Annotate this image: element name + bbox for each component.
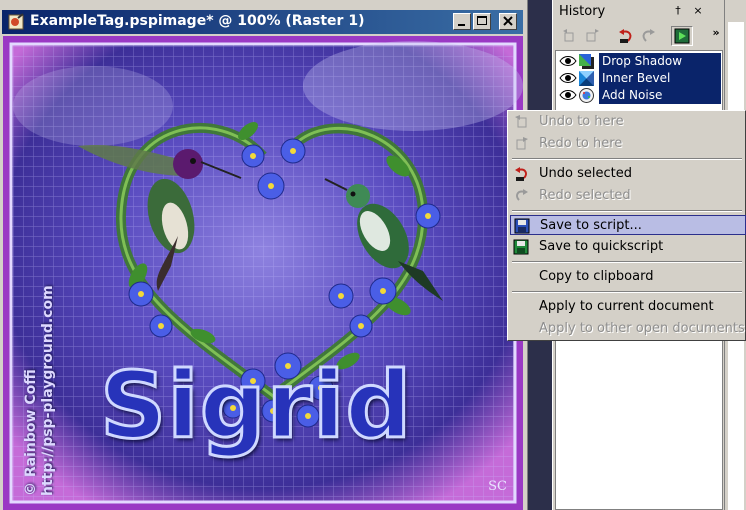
redo-disabled-icon	[586, 29, 599, 42]
minimize-button[interactable]	[453, 13, 471, 30]
menu-item-apply-to-current-document[interactable]: Apply to current document	[510, 297, 746, 317]
artist-signature: SC	[488, 479, 507, 494]
image-window: ExampleTag.pspimage* @ 100% (Raster 1) S…	[0, 0, 528, 510]
eye-icon	[559, 73, 577, 83]
palette-close-icon[interactable]: ×	[691, 4, 705, 18]
menu-item-copy-to-clipboard[interactable]: Copy to clipboard	[510, 267, 746, 287]
menu-separator	[512, 158, 742, 160]
redo-selected-button[interactable]	[637, 26, 659, 46]
maximize-button[interactable]	[473, 13, 491, 30]
history-item[interactable]: Drop Shadow	[558, 53, 722, 70]
save-quickscript-icon	[513, 239, 529, 255]
copyright-watermark: © Rainbow Coffi http://psp-playground.co…	[23, 285, 56, 496]
history-title: History	[559, 4, 606, 19]
undo-to-here-icon	[515, 115, 527, 128]
run-script-icon	[674, 28, 690, 44]
menu-item-undo-selected[interactable]: Undo selected	[510, 164, 746, 184]
history-item[interactable]: Inner Bevel	[558, 70, 722, 87]
menu-item-undo-to-here[interactable]: Undo to here	[510, 112, 746, 132]
history-toolbar: »	[555, 24, 723, 48]
save-to-quickscript-button[interactable]	[671, 26, 693, 46]
history-item-label: Drop Shadow	[599, 53, 721, 70]
undo-icon	[619, 29, 632, 43]
redo-selected-icon	[516, 189, 528, 201]
menu-separator	[512, 210, 742, 212]
tag-name-text: Sigrid	[98, 351, 413, 461]
drop-shadow-icon	[579, 54, 594, 69]
image-canvas[interactable]: Sigrid © Rainbow Coffi http://psp-playgr…	[3, 36, 523, 510]
toolbar-overflow-icon[interactable]: »	[709, 26, 723, 40]
eye-icon	[559, 90, 577, 100]
eye-icon	[559, 56, 577, 66]
menu-separator	[512, 261, 742, 263]
maximize-icon	[477, 16, 487, 25]
history-item-label: Inner Bevel	[599, 70, 721, 87]
pin-icon[interactable]: †	[671, 4, 685, 18]
history-item[interactable]: Add Noise	[558, 87, 722, 104]
menu-item-redo-selected[interactable]: Redo selected	[510, 186, 746, 206]
undo-disabled-icon	[563, 29, 574, 42]
save-script-icon	[514, 218, 530, 234]
menu-item-apply-to-other-documents[interactable]: Apply to other open documents	[510, 319, 746, 339]
minimize-icon	[458, 24, 465, 26]
undo-selected-icon	[515, 167, 527, 181]
history-titlebar[interactable]: History † ×	[553, 0, 725, 22]
history-item-label: Add Noise	[599, 87, 721, 104]
history-context-menu: Undo to here Redo to here Undo selected …	[507, 110, 746, 341]
psp-document-icon	[8, 13, 24, 30]
undo-selected-button[interactable]	[615, 26, 637, 46]
image-window-titlebar[interactable]: ExampleTag.pspimage* @ 100% (Raster 1)	[2, 10, 523, 34]
redo-disabled-icon	[642, 29, 655, 42]
menu-item-save-to-script[interactable]: Save to script...	[510, 215, 746, 235]
menu-separator	[512, 291, 742, 293]
redo-to-here-icon	[516, 137, 528, 150]
close-button[interactable]	[499, 13, 517, 30]
menu-item-redo-to-here[interactable]: Redo to here	[510, 134, 746, 154]
inner-bevel-icon	[579, 71, 594, 86]
close-icon	[503, 16, 513, 26]
add-noise-icon	[579, 88, 594, 103]
menu-item-save-to-quickscript[interactable]: Save to quickscript	[510, 237, 746, 257]
undo-to-here-button[interactable]	[559, 26, 581, 46]
redo-to-here-button[interactable]	[581, 26, 603, 46]
image-window-title: ExampleTag.pspimage* @ 100% (Raster 1)	[30, 13, 365, 29]
